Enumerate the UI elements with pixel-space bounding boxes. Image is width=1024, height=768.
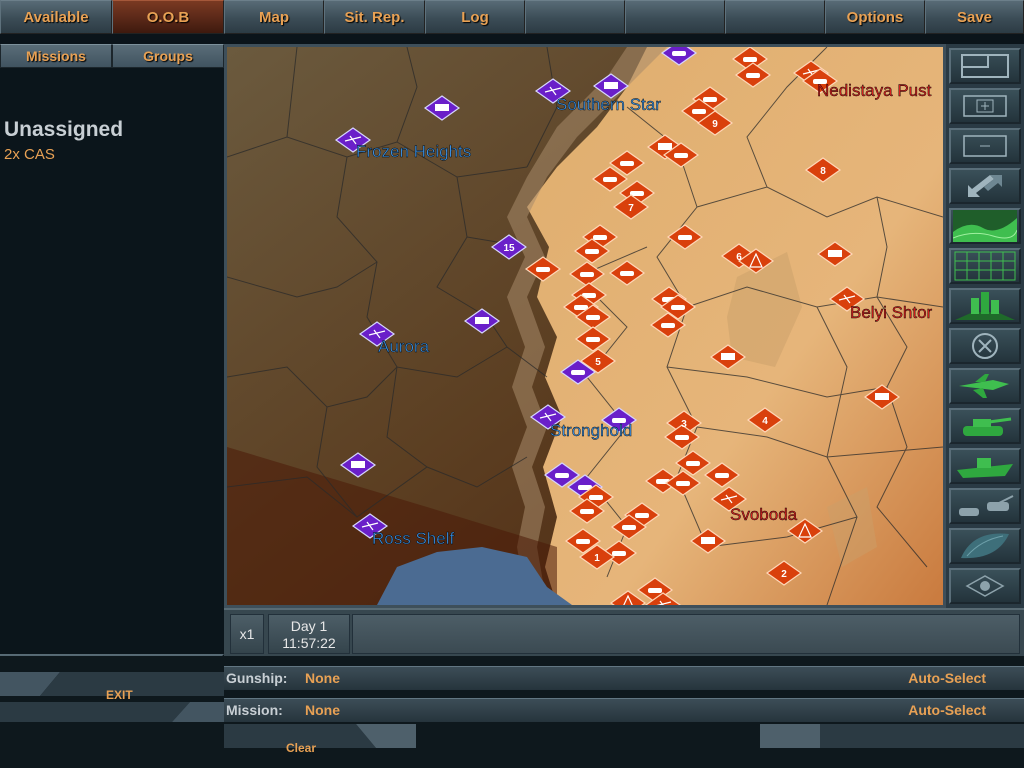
tab-save[interactable]: Save [925,0,1024,34]
mission-label: Mission: [226,702,283,718]
time-bar: x1 Day 1 11:57:22 [224,608,1024,656]
tab-options[interactable]: Options [825,0,925,34]
terrain-icon[interactable] [949,208,1021,244]
layout-icon[interactable] [949,48,1021,84]
map-canvas[interactable]: 15 9 8 7 6 5 4 3 2 1 Southern Star Froze… [227,47,943,605]
game-day: Day 1 [290,618,328,634]
gunship-label: Gunship: [226,670,288,686]
tab-oob[interactable]: O.O.B [112,0,224,34]
label-aurora: Aurora [378,337,430,356]
unit-number-3: 3 [681,419,687,430]
label-frozen-heights: Frozen Heights [356,142,471,161]
gunship-auto-select-button[interactable]: Auto-Select [908,670,986,686]
gunship-row: Gunship: None Auto-Select [224,666,1024,690]
city-icon[interactable] [949,288,1021,324]
game-clock: Day 1 11:57:22 [268,614,350,654]
unit-number-5: 5 [595,357,601,368]
label-nedistaya-pust: Nedistaya Pust [817,81,932,100]
label-stronghold: Stronghold [550,421,632,440]
tab-sit-rep[interactable]: Sit. Rep. [324,0,425,34]
swap-icon[interactable] [949,168,1021,204]
clear-label[interactable]: Clear [286,741,316,755]
time-bar-fill [352,614,1020,654]
exit-label[interactable]: EXIT [106,688,133,702]
tactical-map[interactable]: 15 9 8 7 6 5 4 3 2 1 Southern Star Froze… [227,47,943,605]
armor-filter-icon[interactable] [949,408,1021,444]
main-tab-bar: Available O.O.B Map Sit. Rep. Log Option… [0,0,1024,34]
unit-number-15: 15 [503,243,515,254]
tab-empty-1 [525,0,625,34]
ground-units-icon[interactable] [949,488,1021,524]
subtab-missions[interactable]: Missions [0,44,112,68]
unit-number-7: 7 [628,203,634,214]
unit-number-6: 6 [736,252,742,263]
mission-value[interactable]: None [305,702,340,718]
tab-map[interactable]: Map [224,0,324,34]
naval-filter-icon[interactable] [949,448,1021,484]
gunship-value[interactable]: None [305,670,340,686]
unassigned-heading: Unassigned [4,118,124,141]
map-frame: 15 9 8 7 6 5 4 3 2 1 Southern Star Froze… [224,44,946,608]
zoom-in-icon[interactable] [949,88,1021,124]
tab-log[interactable]: Log [425,0,525,34]
unit-number-1: 1 [594,553,600,564]
time-speed-button[interactable]: x1 [230,614,264,654]
unassigned-item-cas[interactable]: 2x CAS [4,146,55,163]
mission-auto-select-button[interactable]: Auto-Select [908,702,986,718]
grid-icon[interactable] [949,248,1021,284]
unit-number-2: 2 [781,569,787,580]
center-icon[interactable] [949,568,1021,604]
label-belyi-shtor: Belyi Shtor [850,303,933,322]
tab-empty-3 [725,0,825,34]
tab-available[interactable]: Available [0,0,112,34]
game-time: 11:57:22 [282,635,336,651]
mission-list-panel: Unassigned 2x CAS [0,68,224,656]
unit-number-8: 8 [820,166,826,177]
unit-number-4: 4 [762,416,768,427]
subtab-groups[interactable]: Groups [112,44,224,68]
left-subtabs: Missions Groups [0,44,224,68]
mission-row: Mission: None Auto-Select [224,698,1024,722]
tab-empty-2 [625,0,725,34]
overlay-icon[interactable] [949,528,1021,564]
label-svoboda: Svoboda [730,505,798,524]
label-ross-shelf: Ross Shelf [372,529,454,548]
label-southern-star: Southern Star [556,95,661,114]
zoom-out-icon[interactable] [949,128,1021,164]
unit-number-9: 9 [712,119,718,130]
aircraft-filter-icon[interactable] [949,368,1021,404]
map-toolbar [946,44,1024,608]
cancel-icon[interactable] [949,328,1021,364]
